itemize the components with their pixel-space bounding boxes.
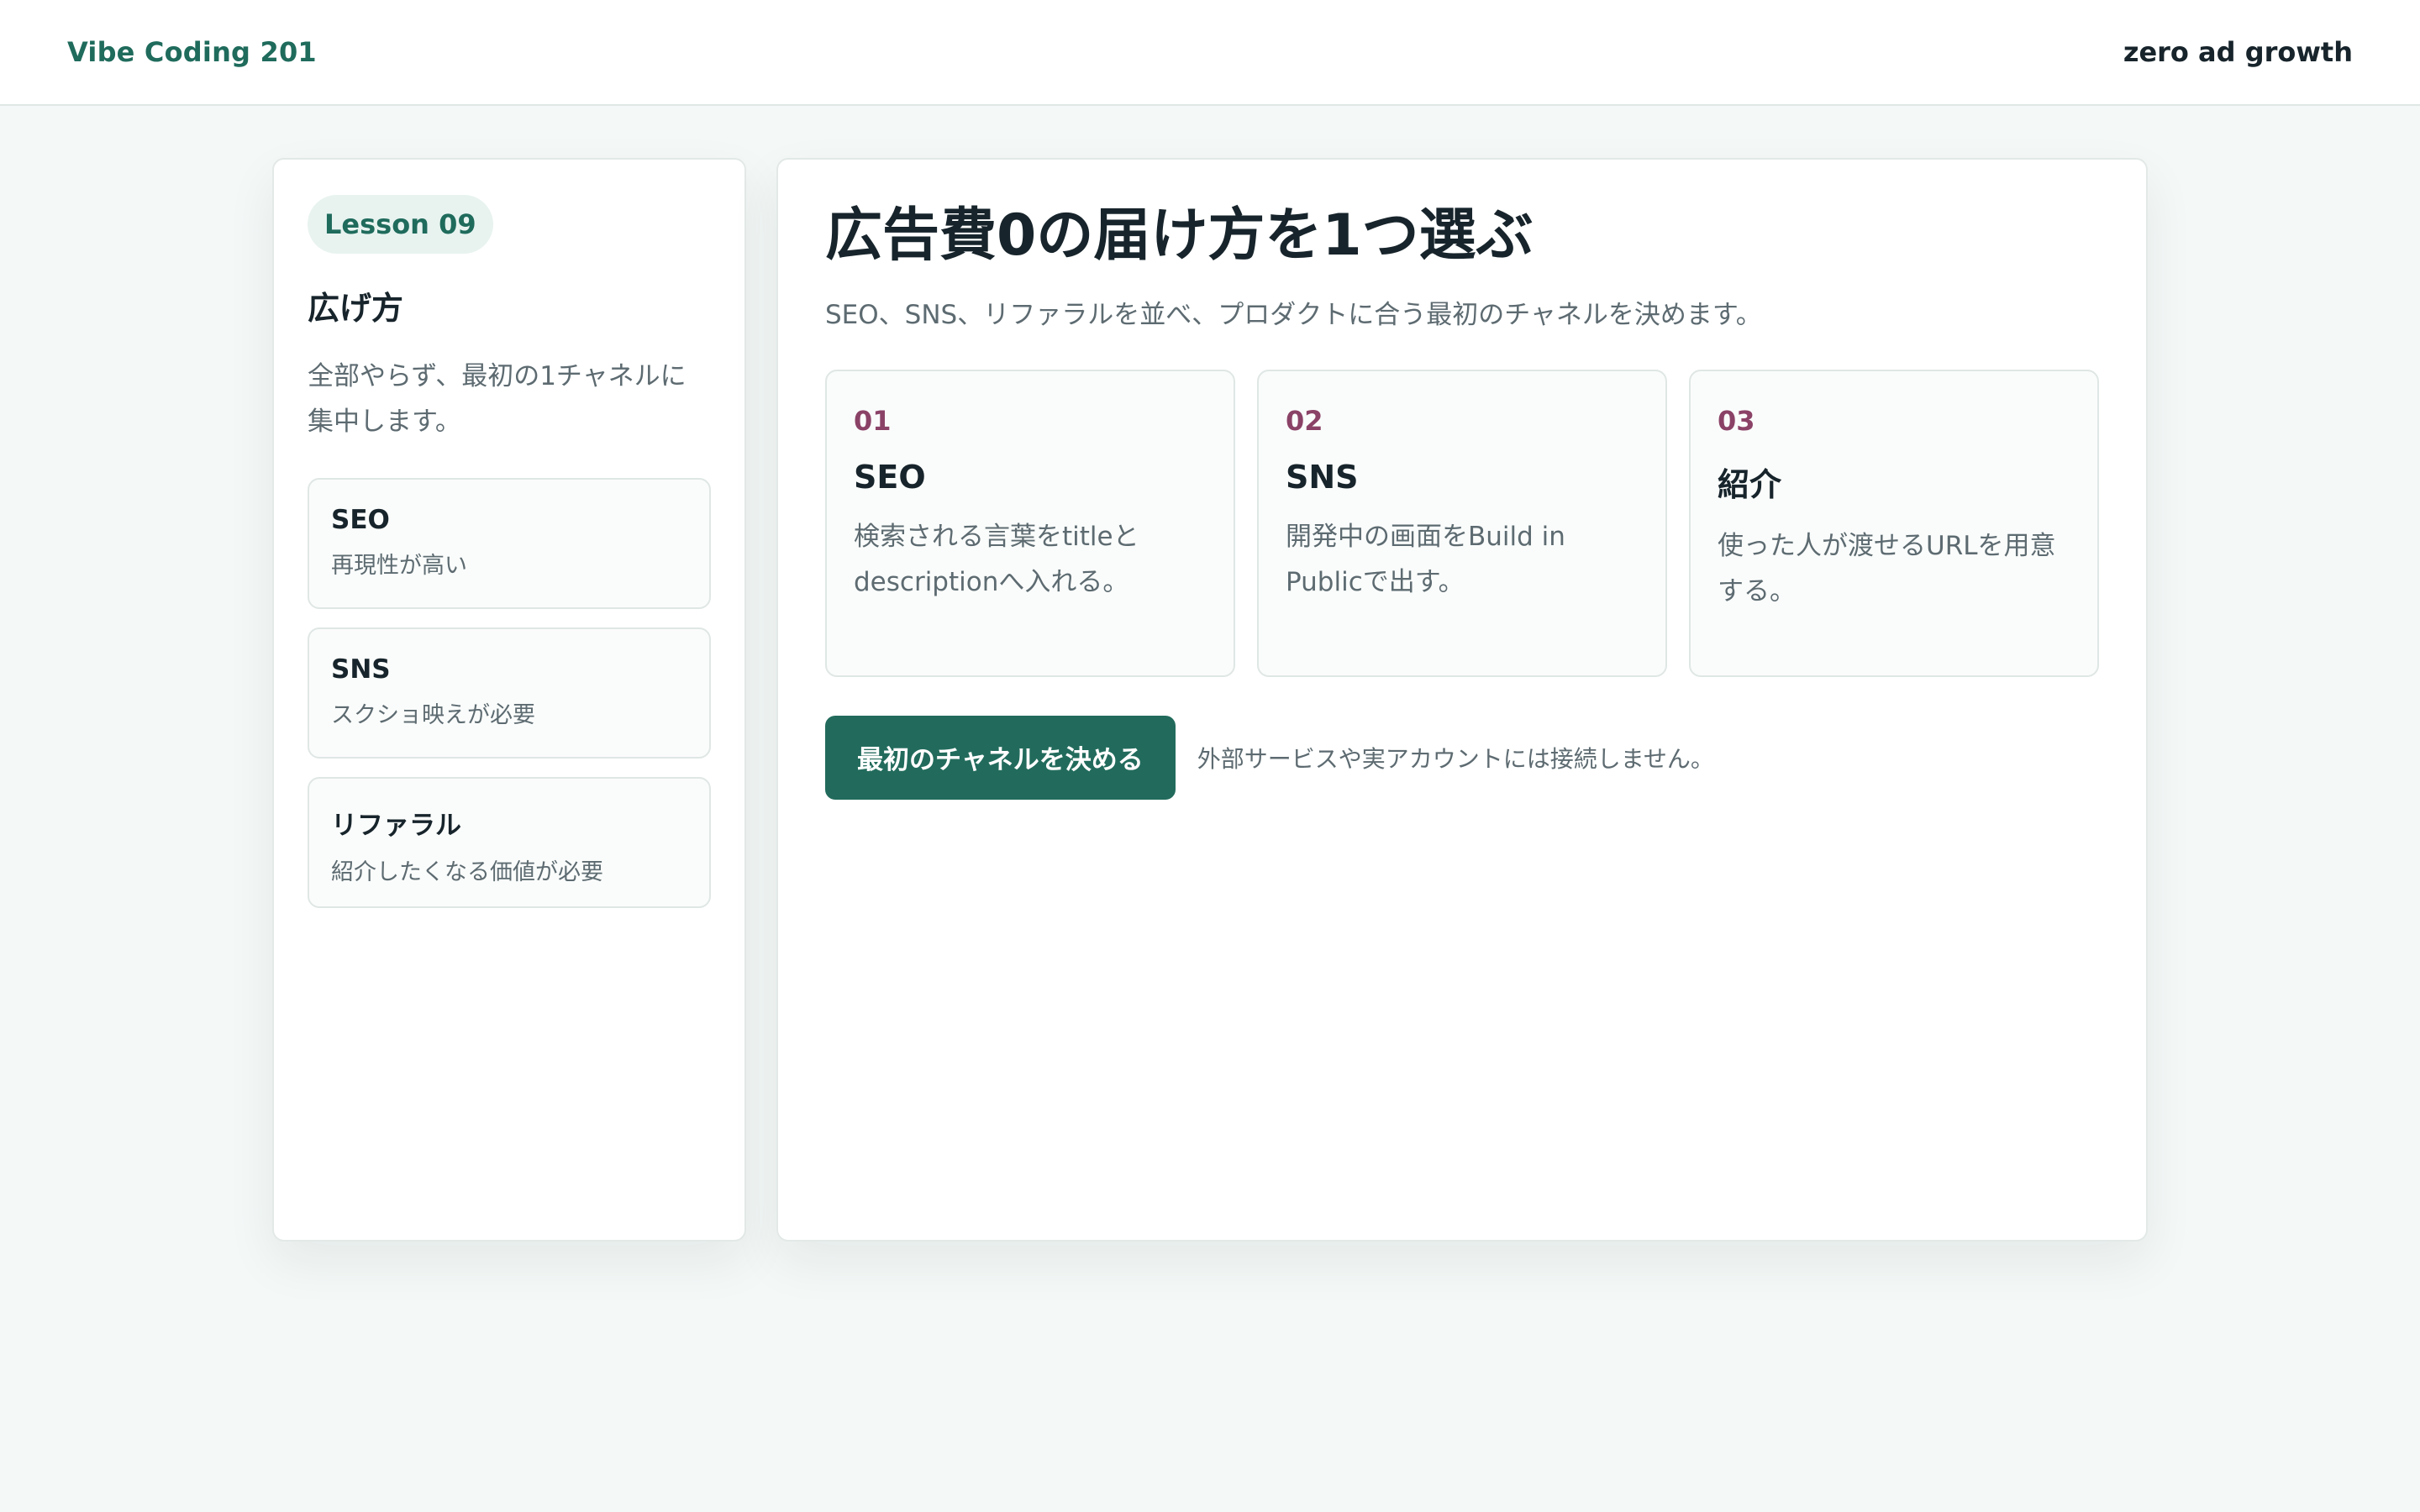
sidebar-item-title: SEO <box>331 505 390 535</box>
header-tagline: zero ad growth <box>2123 36 2353 68</box>
main-panel: 広告費0の届け方を1つ選ぶ SEO、SNS、リファラルを並べ、プロダクトに合う最… <box>776 158 2148 1242</box>
card-number: 01 <box>854 404 892 437</box>
card-body: 検索される言葉をtitleとdescriptionへ入れる。 <box>854 521 1139 597</box>
action-row: 最初のチャネルを決める 外部サービスや実アカウントには接続しません。 <box>825 715 2099 800</box>
channel-cards: 01 SEO 検索される言葉をtitleとdescriptionへ入れる。 02… <box>825 369 2099 677</box>
channel-card-referral[interactable]: 03 紹介 使った人が渡せるURLを用意する。 <box>1689 369 2099 677</box>
sidebar-item-subtitle: スクショ映えが必要 <box>331 702 535 728</box>
sidebar-item-referral[interactable]: リファラル 紹介したくなる価値が必要 <box>308 777 711 908</box>
sidebar-item-seo[interactable]: SEO 再現性が高い <box>308 478 711 609</box>
brand-logo[interactable]: Vibe Coding 201 <box>67 36 317 68</box>
page-description: SEO、SNS、リファラルを並べ、プロダクトに合う最初のチャネルを決めます。 <box>825 299 1762 330</box>
disclaimer-note: 外部サービスや実アカウントには接続しません。 <box>1197 744 1714 773</box>
sidebar-item-subtitle: 紹介したくなる価値が必要 <box>331 859 603 885</box>
lesson-sidebar: Lesson 09 広げ方 全部やらず、最初の1チャネルに集中します。 SEO … <box>272 158 746 1242</box>
card-title: SNS <box>1286 458 1359 496</box>
channel-card-sns[interactable]: 02 SNS 開発中の画面をBuild in Publicで出す。 <box>1257 369 1667 677</box>
sidebar-item-sns[interactable]: SNS スクショ映えが必要 <box>308 627 711 759</box>
decide-channel-button[interactable]: 最初のチャネルを決める <box>825 715 1176 800</box>
lesson-badge: Lesson 09 <box>308 195 493 254</box>
top-bar: Vibe Coding 201 zero ad growth <box>0 0 2420 106</box>
sidebar-item-title: SNS <box>331 654 391 685</box>
card-title: SEO <box>854 458 926 496</box>
card-number: 02 <box>1286 404 1323 437</box>
card-title: 紹介 <box>1718 465 1782 503</box>
card-body: 使った人が渡せるURLを用意する。 <box>1718 530 2056 606</box>
channel-card-seo[interactable]: 01 SEO 検索される言葉をtitleとdescriptionへ入れる。 <box>825 369 1235 677</box>
card-body: 開発中の画面をBuild in Publicで出す。 <box>1286 521 1565 597</box>
card-number: 03 <box>1718 404 1755 437</box>
sidebar-item-title: リファラル <box>331 811 461 841</box>
sidebar-item-subtitle: 再現性が高い <box>331 553 467 579</box>
sidebar-title: 広げ方 <box>308 290 404 327</box>
page-title: 広告費0の届け方を1つ選ぶ <box>825 202 1534 269</box>
sidebar-description: 全部やらず、最初の1チャネルに集中します。 <box>308 361 687 437</box>
